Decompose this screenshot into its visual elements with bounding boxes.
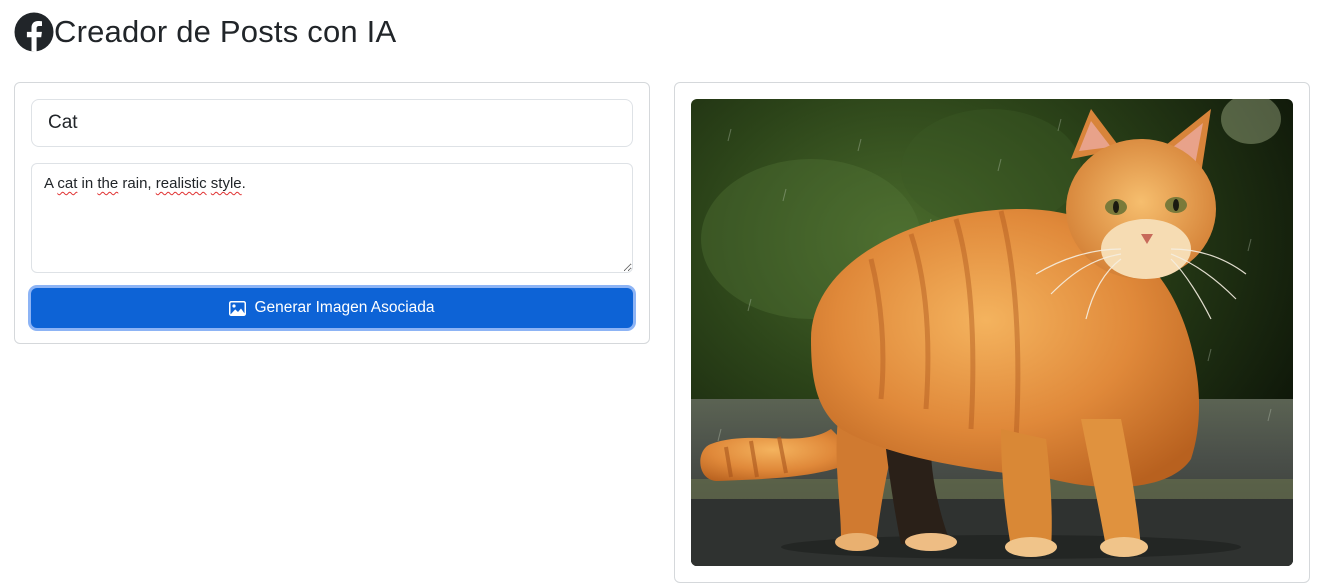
prompt-textarea[interactable]: A cat in the rain, realistic style. (31, 163, 633, 273)
image-icon (229, 300, 247, 316)
generate-image-button[interactable]: Generar Imagen Asociada (31, 288, 633, 328)
facebook-icon (14, 12, 54, 52)
image-preview-card (674, 82, 1310, 583)
page-title: Creador de Posts con IA (54, 14, 397, 49)
generate-button-label: Generar Imagen Asociada (254, 299, 435, 316)
post-form-card: A cat in the rain, realistic style. Gene… (14, 82, 650, 344)
title-input[interactable] (31, 99, 633, 147)
page-header: Creador de Posts con IA (14, 8, 396, 56)
cat-in-rain-photo (691, 99, 1293, 566)
prompt-text: A cat in the rain, realistic style. (44, 175, 246, 192)
